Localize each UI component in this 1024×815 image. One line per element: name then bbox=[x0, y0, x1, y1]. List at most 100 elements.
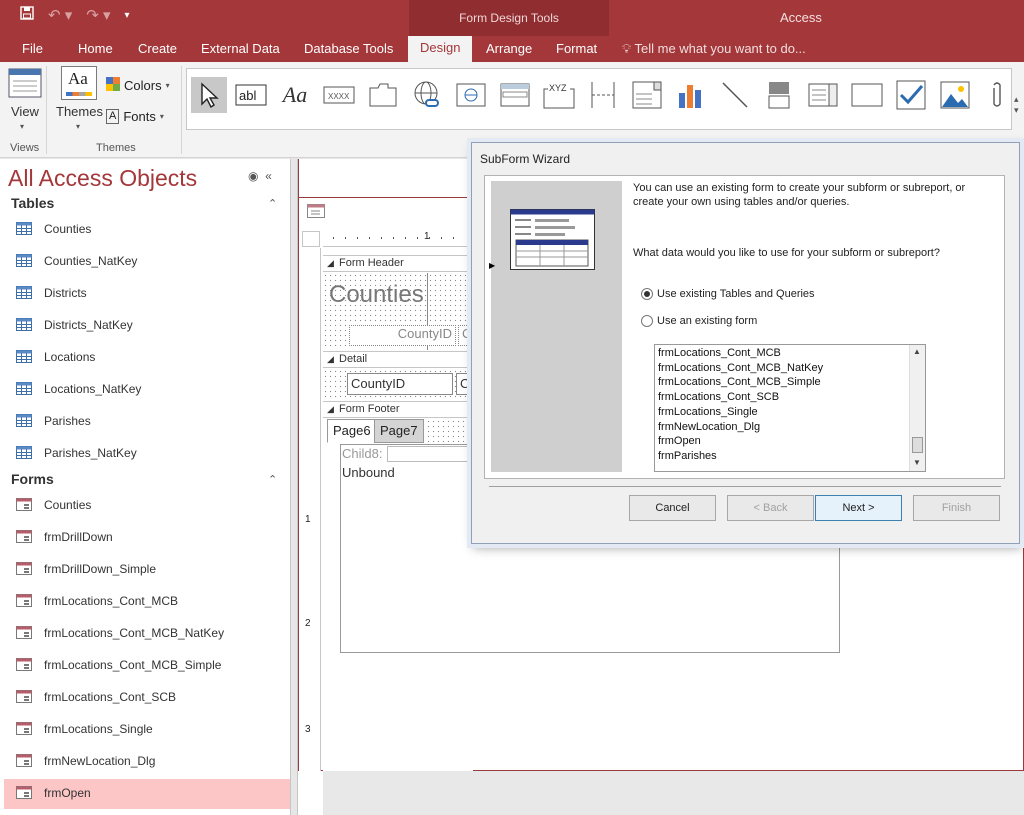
colors-button[interactable]: Colors ▾ bbox=[106, 77, 170, 94]
page-break-icon[interactable] bbox=[585, 77, 621, 113]
nav-form-item[interactable]: frmNewLocation_Dlg bbox=[4, 747, 290, 777]
web-browser-icon[interactable] bbox=[453, 77, 489, 113]
listbox-item[interactable]: frmLocations_Cont_SCB bbox=[658, 391, 779, 403]
option-existing-form[interactable]: Use an existing form bbox=[641, 315, 757, 327]
nav-form-item[interactable]: frmLocations_Cont_SCB bbox=[4, 683, 290, 713]
nav-form-item[interactable]: frmOpen bbox=[4, 779, 290, 809]
themes-icon[interactable]: Aa bbox=[61, 66, 97, 100]
finish-button[interactable]: Finish bbox=[913, 495, 1000, 521]
listbox-item[interactable]: frmParishes bbox=[658, 450, 717, 462]
radio-unselected[interactable] bbox=[641, 315, 653, 327]
listbox-item[interactable]: frmLocations_Cont_MCB_NatKey bbox=[658, 362, 823, 374]
nav-form-item[interactable]: Counties bbox=[4, 491, 290, 521]
themes-dropdown-icon[interactable]: ▾ bbox=[76, 122, 80, 131]
nav-form-item[interactable]: frmDrillDown bbox=[4, 523, 290, 553]
countyid-textbox[interactable]: CountyID bbox=[347, 373, 453, 395]
option-group-icon[interactable]: XYZ bbox=[541, 77, 577, 113]
nav-title[interactable]: All Access Objects bbox=[8, 165, 197, 192]
themes-button[interactable]: Themes bbox=[56, 104, 103, 119]
tab-page6[interactable]: Page6 bbox=[327, 419, 377, 443]
listbox-scrollbar[interactable]: ▲ ▼ bbox=[909, 345, 925, 471]
chart-control-icon[interactable] bbox=[673, 77, 709, 113]
section-tables[interactable]: Tables bbox=[11, 195, 54, 211]
form-selector-icon[interactable] bbox=[307, 204, 325, 221]
forms-listbox[interactable]: frmLocations_Cont_MCB frmLocations_Cont_M… bbox=[654, 344, 926, 472]
view-dropdown-icon[interactable]: ▾ bbox=[20, 122, 24, 131]
tab-format[interactable]: Format bbox=[550, 40, 603, 58]
tab-arrange[interactable]: Arrange bbox=[480, 40, 538, 58]
nav-table-item[interactable]: Counties_NatKey bbox=[4, 247, 290, 277]
next-button[interactable]: Next > bbox=[815, 495, 902, 521]
nav-table-item[interactable]: Districts_NatKey bbox=[4, 311, 290, 341]
collapse-icon[interactable]: ⌃ bbox=[268, 197, 277, 210]
nav-table-item[interactable]: Locations bbox=[4, 343, 290, 373]
line-control-icon[interactable] bbox=[717, 77, 753, 113]
nav-form-item[interactable]: frmDrillDown_Simple bbox=[4, 555, 290, 585]
combo-box-icon[interactable] bbox=[629, 77, 665, 113]
collapse-icon[interactable]: ⌃ bbox=[268, 473, 277, 486]
countyid-label[interactable]: CountyID bbox=[349, 325, 456, 346]
tell-me-box[interactable]: 💡︎ Tell me what you want to do... bbox=[622, 41, 806, 57]
nav-form-item[interactable]: frmLocations_Cont_MCB_NatKey bbox=[4, 619, 290, 649]
view-icon[interactable] bbox=[8, 68, 42, 98]
navigation-control-icon[interactable] bbox=[497, 77, 533, 113]
detail-bar[interactable]: ◢ Detail bbox=[323, 351, 473, 368]
nav-table-item[interactable]: Districts bbox=[4, 279, 290, 309]
toggle-button-icon[interactable] bbox=[761, 77, 797, 113]
nav-table-item[interactable]: Counties bbox=[4, 215, 290, 245]
section-forms[interactable]: Forms bbox=[11, 471, 54, 487]
textbox-control-icon[interactable]: abl bbox=[233, 77, 269, 113]
nav-table-item[interactable]: Parishes bbox=[4, 407, 290, 437]
nav-form-item[interactable]: frmLocations_Cont_MCB bbox=[4, 587, 290, 617]
tab-database-tools[interactable]: Database Tools bbox=[298, 40, 399, 58]
list-box-icon[interactable] bbox=[805, 77, 841, 113]
nav-table-item[interactable]: Parishes_NatKey bbox=[4, 439, 290, 469]
scroll-down-icon[interactable]: ▼ bbox=[913, 458, 921, 467]
image-control-icon[interactable] bbox=[937, 77, 973, 113]
listbox-item[interactable]: frmOpen bbox=[658, 435, 701, 447]
nav-menu-icon[interactable]: ◉ « bbox=[248, 169, 272, 183]
listbox-item[interactable]: frmNewLocation_Dlg bbox=[658, 421, 760, 433]
tab-page7[interactable]: Page7 bbox=[374, 419, 424, 443]
table-icon bbox=[16, 414, 32, 430]
checkbox-control-icon[interactable] bbox=[893, 77, 929, 113]
form-footer-bar[interactable]: ◢ Form Footer bbox=[323, 401, 473, 418]
back-button[interactable]: < Back bbox=[727, 495, 814, 521]
save-icon[interactable] bbox=[20, 6, 34, 24]
scroll-up-icon[interactable]: ▲ bbox=[913, 347, 921, 356]
fonts-button[interactable]: A Fonts ▾ bbox=[106, 109, 164, 124]
gallery-scroll-icon[interactable]: ▴ ▾ bbox=[1014, 94, 1019, 116]
tab-home[interactable]: Home bbox=[72, 40, 119, 58]
option-tables-queries[interactable]: Use existing Tables and Queries bbox=[641, 288, 815, 300]
listbox-item[interactable]: frmLocations_Cont_MCB bbox=[658, 347, 781, 359]
button-control-icon[interactable]: XXXX bbox=[321, 77, 357, 113]
form-header-bar[interactable]: ◢ Form Header bbox=[323, 255, 473, 272]
cancel-button[interactable]: Cancel bbox=[629, 495, 716, 521]
hyperlink-icon[interactable] bbox=[409, 77, 445, 113]
tab-file[interactable]: File bbox=[16, 40, 49, 58]
tab-create[interactable]: Create bbox=[132, 40, 183, 58]
attachment-icon[interactable] bbox=[979, 77, 1015, 113]
title-label[interactable]: Counties bbox=[329, 281, 424, 309]
select-all-corner[interactable] bbox=[302, 231, 320, 247]
label-control-icon[interactable]: Aa bbox=[277, 77, 313, 113]
undo-icon[interactable]: ↶ ▾ bbox=[48, 6, 72, 24]
tab-external-data[interactable]: External Data bbox=[195, 40, 286, 58]
scroll-thumb[interactable] bbox=[912, 437, 923, 453]
tab-control-icon[interactable] bbox=[365, 77, 401, 113]
select-pointer-icon[interactable] bbox=[191, 77, 227, 113]
redo-icon[interactable]: ↷ ▾ bbox=[86, 6, 110, 24]
view-button[interactable]: View bbox=[11, 104, 39, 119]
nav-table-item[interactable]: Locations_NatKey bbox=[4, 375, 290, 405]
child-label[interactable]: Child8: bbox=[342, 446, 382, 461]
customize-qat-icon[interactable]: ▾ bbox=[125, 10, 130, 21]
nav-form-item[interactable]: frmLocations_Cont_MCB_Simple bbox=[4, 651, 290, 681]
chevron-down-icon: ◢ bbox=[327, 258, 334, 268]
radio-selected[interactable] bbox=[641, 288, 653, 300]
listbox-item[interactable]: frmLocations_Single bbox=[658, 406, 758, 418]
tell-me-text: Tell me what you want to do... bbox=[634, 41, 806, 56]
nav-form-item[interactable]: frmLocations_Single bbox=[4, 715, 290, 745]
listbox-item[interactable]: frmLocations_Cont_MCB_Simple bbox=[658, 376, 821, 388]
rectangle-control-icon[interactable] bbox=[849, 77, 885, 113]
tab-design[interactable]: Design bbox=[408, 36, 473, 62]
